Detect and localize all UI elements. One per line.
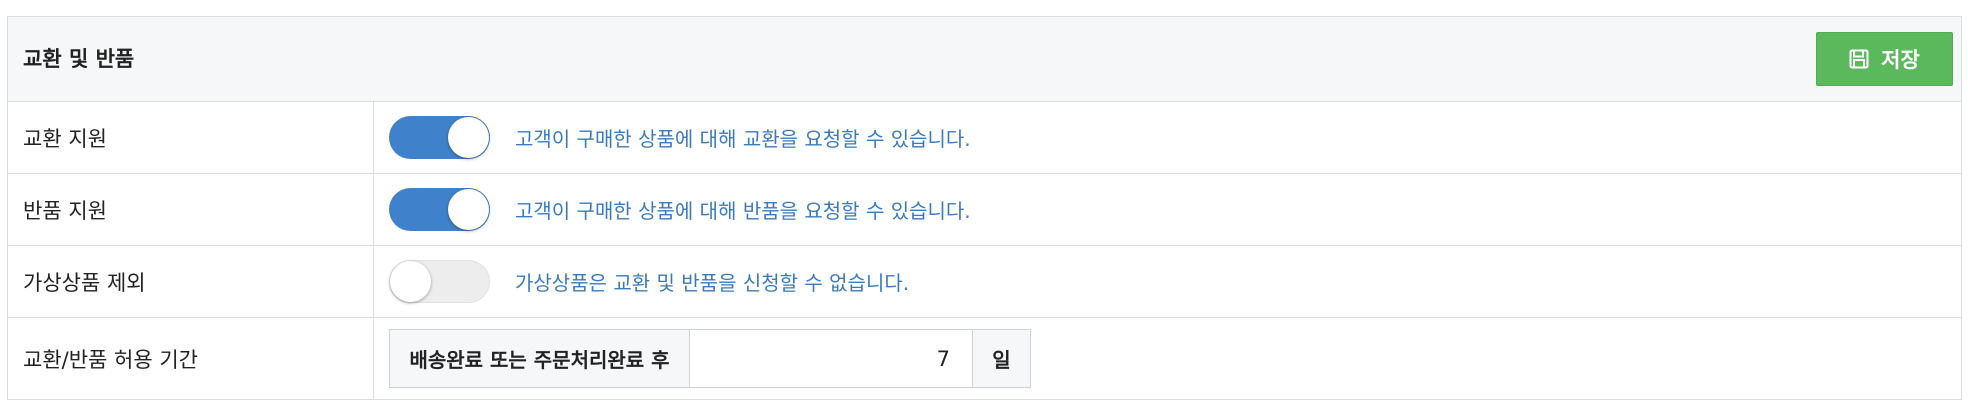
period-days-input[interactable] (690, 330, 973, 387)
exchange-support-description: 고객이 구매한 상품에 대해 교환을 요청할 수 있습니다. (515, 127, 971, 151)
period-label: 교환/반품 허용 기간 (8, 318, 374, 399)
period-prefix: 배송완료 또는 주문처리완료 후 (390, 330, 690, 387)
exchange-support-toggle[interactable] (389, 116, 490, 159)
return-support-value: 고객이 구매한 상품에 대해 반품을 요청할 수 있습니다. (374, 174, 1961, 245)
period-unit: 일 (973, 330, 1030, 387)
panel-title: 교환 및 반품 (23, 47, 135, 71)
return-support-description: 고객이 구매한 상품에 대해 반품을 요청할 수 있습니다. (515, 199, 971, 223)
exchange-return-panel: 교환 및 반품 저장 교환 지원 고객이 구매한 상품에 대해 교환을 요청할 … (7, 16, 1962, 400)
toggle-knob (390, 261, 431, 302)
period-input-group: 배송완료 또는 주문처리완료 후 일 (389, 329, 1031, 388)
exclude-virtual-row: 가상상품 제외 가상상품은 교환 및 반품을 신청할 수 없습니다. (8, 246, 1961, 318)
return-support-row: 반품 지원 고객이 구매한 상품에 대해 반품을 요청할 수 있습니다. (8, 174, 1961, 246)
save-button[interactable]: 저장 (1816, 32, 1953, 86)
exclude-virtual-value: 가상상품은 교환 및 반품을 신청할 수 없습니다. (374, 246, 1961, 317)
exchange-support-value: 고객이 구매한 상품에 대해 교환을 요청할 수 있습니다. (374, 102, 1961, 173)
panel-header: 교환 및 반품 저장 (8, 17, 1961, 102)
return-support-label: 반품 지원 (8, 174, 374, 245)
exclude-virtual-label: 가상상품 제외 (8, 246, 374, 317)
toggle-knob (448, 117, 489, 158)
period-row: 교환/반품 허용 기간 배송완료 또는 주문처리완료 후 일 (8, 318, 1961, 399)
toggle-knob (448, 189, 489, 230)
exchange-support-label: 교환 지원 (8, 102, 374, 173)
save-button-label: 저장 (1881, 48, 1920, 72)
exclude-virtual-description: 가상상품은 교환 및 반품을 신청할 수 없습니다. (515, 271, 910, 295)
exchange-support-row: 교환 지원 고객이 구매한 상품에 대해 교환을 요청할 수 있습니다. (8, 102, 1961, 174)
exclude-virtual-toggle[interactable] (389, 260, 490, 303)
period-value: 배송완료 또는 주문처리완료 후 일 (374, 318, 1961, 399)
floppy-disk-icon (1849, 49, 1869, 69)
return-support-toggle[interactable] (389, 188, 490, 231)
